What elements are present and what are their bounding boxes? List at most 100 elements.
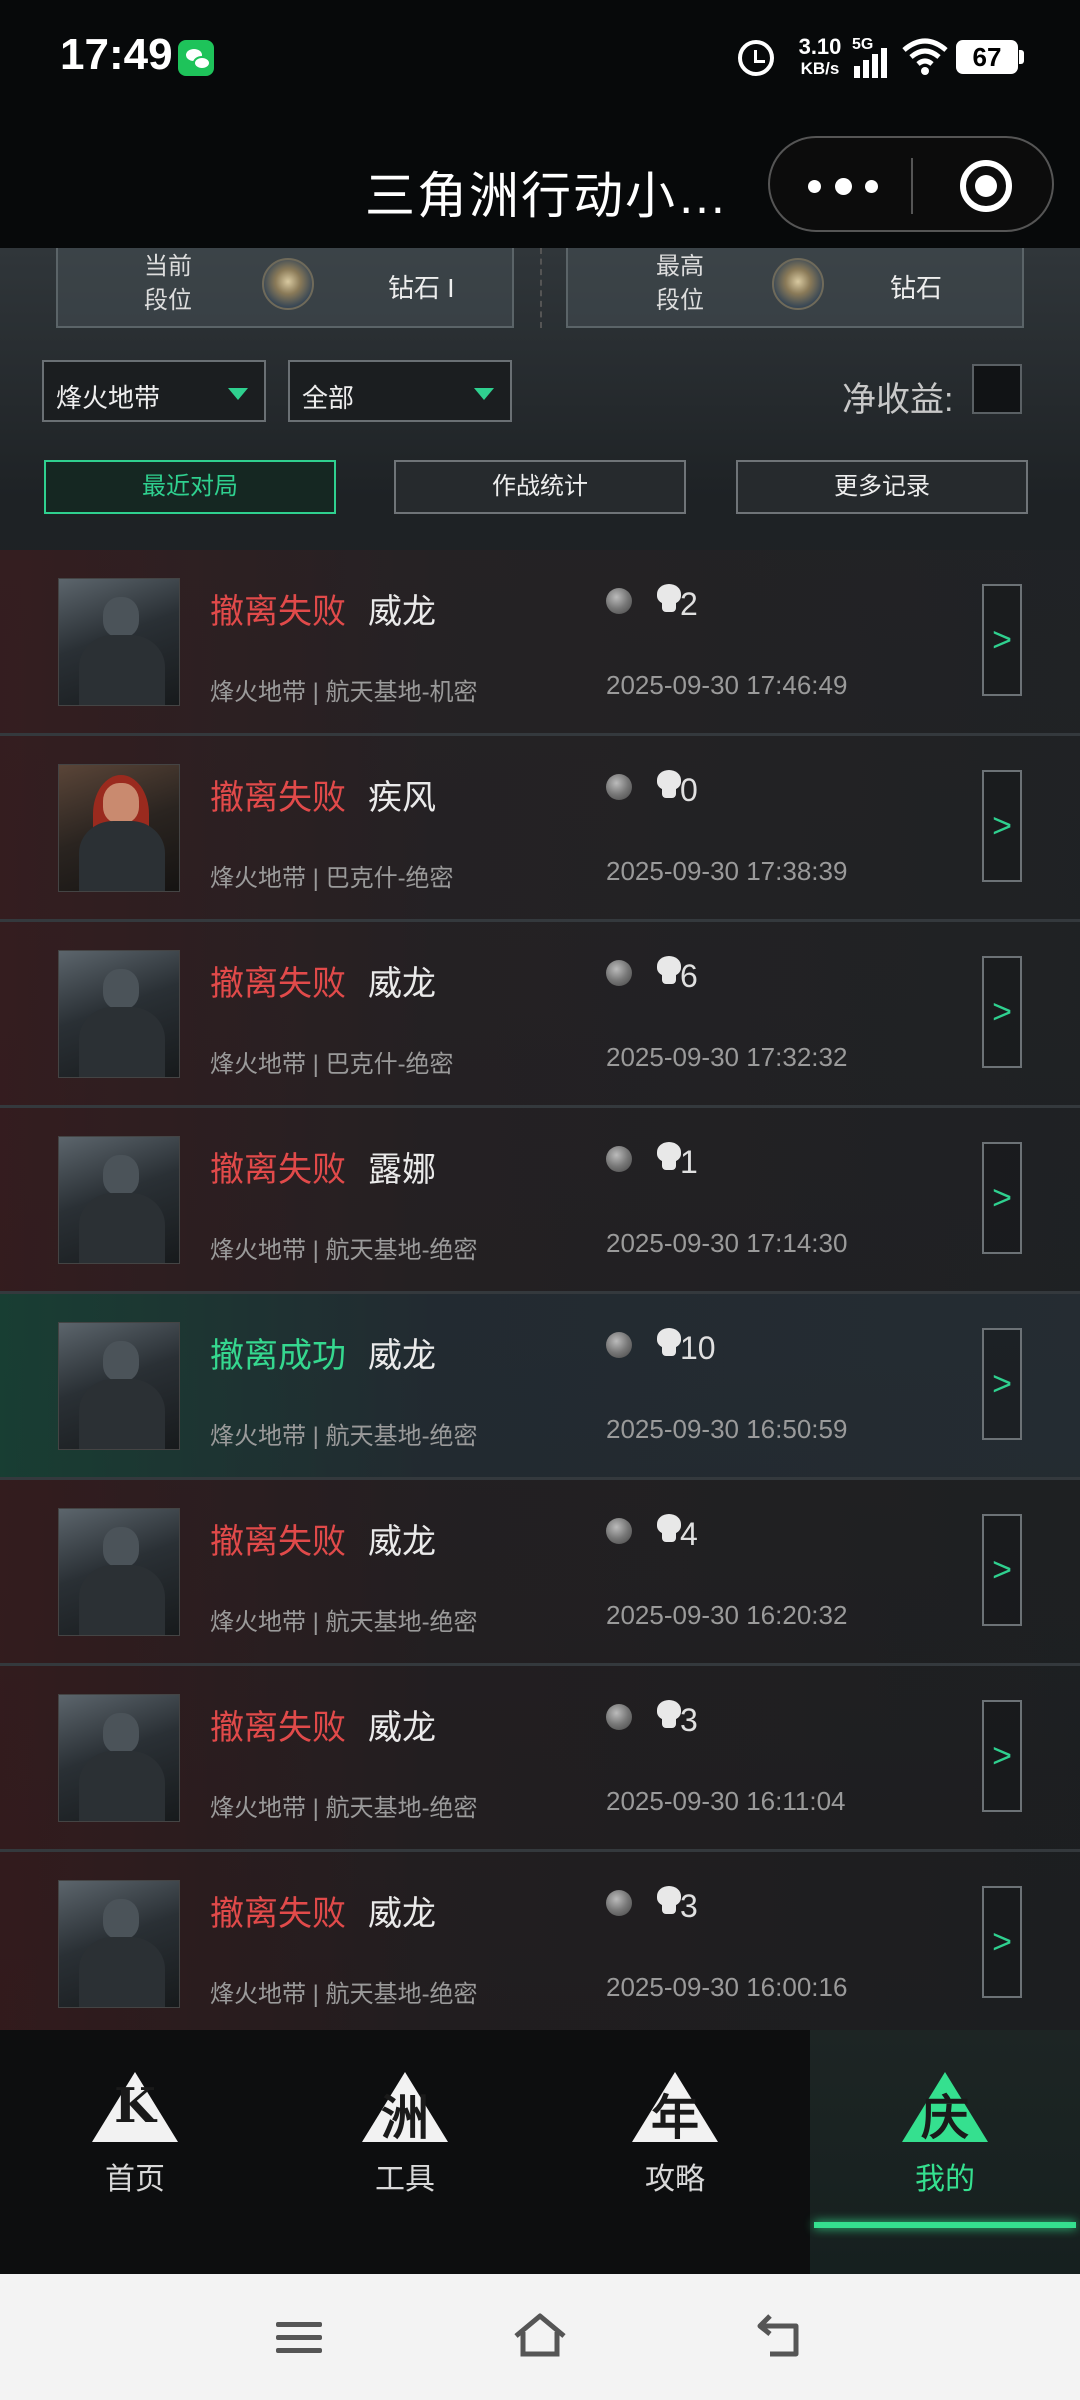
mini-program-capsule <box>768 136 1054 232</box>
match-row[interactable]: 撤离失败 露娜 1 烽火地带 | 航天基地-绝密 2025-09-30 17:14:30… <box>0 1108 1080 1294</box>
match-row[interactable]: 撤离失败 威龙 4 烽火地带 | 航天基地-绝密 2025-09-30 16:20:32… <box>0 1480 1080 1666</box>
network-speed-value: 3.10 <box>798 34 842 59</box>
kill-count: 0 <box>680 772 698 808</box>
match-time: 2025-09-30 17:14:30 <box>606 1228 848 1258</box>
menu-icon[interactable] <box>276 2320 322 2356</box>
coin-icon <box>606 774 632 800</box>
skull-icon <box>656 1700 682 1730</box>
operator-avatar <box>58 764 180 892</box>
match-detail-button[interactable]: > <box>982 584 1022 696</box>
match-detail-button[interactable]: > <box>982 1328 1022 1440</box>
net-profit-checkbox[interactable] <box>972 364 1022 414</box>
operator-avatar <box>58 1880 180 2008</box>
nav-label: 工具 <box>375 2163 435 2196</box>
close-mini-program-icon[interactable] <box>960 160 1012 212</box>
match-detail-button[interactable]: > <box>982 1514 1022 1626</box>
match-row[interactable]: 撤离失败 威龙 3 烽火地带 | 航天基地-绝密 2025-09-30 16:00:16… <box>0 1852 1080 2030</box>
rank-divider <box>540 248 542 328</box>
skull-icon <box>656 1142 682 1172</box>
back-icon[interactable] <box>756 2312 804 2358</box>
wechat-notification-icon <box>178 40 214 76</box>
map-info: 烽火地带 | 航天基地-绝密 <box>210 1981 478 2008</box>
chevron-down-icon <box>474 388 494 400</box>
coin-icon <box>606 1518 632 1544</box>
match-result: 撤离失败 <box>210 1151 346 1189</box>
network-type-label: 5G <box>852 36 874 53</box>
coin-icon <box>606 1890 632 1916</box>
match-detail-button[interactable]: > <box>982 1886 1022 1998</box>
system-navigation-bar <box>0 2274 1080 2400</box>
match-list: 撤离失败 威龙 2 烽火地带 | 航天基地-机密 2025-09-30 17:46:49… <box>0 550 1080 2030</box>
wifi-icon <box>902 38 948 75</box>
nav-item-profile[interactable]: 庆我的 <box>810 2030 1080 2274</box>
operator-name: 威龙 <box>368 593 436 631</box>
operator-avatar <box>58 1136 180 1264</box>
match-row[interactable]: 撤离失败 威龙 6 烽火地带 | 巴克什-绝密 2025-09-30 17:32:32 > <box>0 922 1080 1108</box>
operator-name: 威龙 <box>368 1337 436 1375</box>
kill-count: 2 <box>680 586 698 622</box>
map-info: 烽火地带 | 航天基地-绝密 <box>210 1609 478 1636</box>
operator-name: 威龙 <box>368 1895 436 1933</box>
kill-count: 6 <box>680 958 698 994</box>
battery-indicator: 67 <box>956 40 1024 74</box>
map-info: 烽火地带 | 航天基地-绝密 <box>210 1237 478 1264</box>
mini-program-header: 三角洲行动小… <box>0 118 1080 248</box>
match-result: 撤离失败 <box>210 1709 346 1747</box>
skull-icon <box>656 1514 682 1544</box>
network-speed-unit: KB/s <box>800 59 840 78</box>
match-row[interactable]: 撤离失败 威龙 3 烽火地带 | 航天基地-绝密 2025-09-30 16:11:04… <box>0 1666 1080 1852</box>
tab-more-records[interactable]: 更多记录 <box>736 460 1028 514</box>
capsule-divider <box>911 158 913 214</box>
operator-name: 露娜 <box>368 1151 436 1189</box>
mode-select[interactable]: 烽火地带 <box>42 360 266 422</box>
rank-emblem-icon <box>772 258 824 310</box>
match-detail-button[interactable]: > <box>982 956 1022 1068</box>
tools-logo-icon: 洲 <box>362 2072 448 2146</box>
status-bar: 17:49 3.10 KB/s 5G 67 <box>0 0 1080 118</box>
match-time: 2025-09-30 16:50:59 <box>606 1414 848 1444</box>
home-icon[interactable] <box>512 2310 568 2360</box>
current-rank-value: 钻石 I <box>388 273 455 303</box>
bottom-navigation: K 首页洲工具年攻略庆我的 <box>0 2030 1080 2274</box>
network-speed: 3.10 KB/s <box>790 36 850 80</box>
coin-icon <box>606 1146 632 1172</box>
guide-logo-icon: 年 <box>632 2072 718 2146</box>
tab-recent-matches[interactable]: 最近对局 <box>44 460 336 514</box>
match-row[interactable]: 撤离失败 威龙 2 烽火地带 | 航天基地-机密 2025-09-30 17:46:49… <box>0 550 1080 736</box>
match-detail-button[interactable]: > <box>982 1142 1022 1254</box>
operator-name: 威龙 <box>368 1709 436 1747</box>
kill-count: 3 <box>680 1888 698 1924</box>
main-content: 当前 段位 钻石 I 最高 段位 钻石 烽火地带 全部 净收益: 最近对局 作战统计… <box>0 248 1080 2030</box>
operator-name: 威龙 <box>368 1523 436 1561</box>
match-time: 2025-09-30 16:11:04 <box>606 1786 846 1816</box>
operator-name: 威龙 <box>368 965 436 1003</box>
match-result: 撤离失败 <box>210 593 346 631</box>
match-result: 撤离失败 <box>210 779 346 817</box>
skull-icon <box>656 1328 682 1358</box>
operator-avatar <box>58 1322 180 1450</box>
operator-avatar <box>58 1694 180 1822</box>
scope-select[interactable]: 全部 <box>288 360 512 422</box>
match-detail-button[interactable]: > <box>982 770 1022 882</box>
coin-icon <box>606 1704 632 1730</box>
match-row[interactable]: 撤离失败 疾风 0 烽火地带 | 巴克什-绝密 2025-09-30 17:38:39 > <box>0 736 1080 922</box>
alarm-icon <box>738 40 774 76</box>
highest-rank-label: 最高 段位 <box>656 253 704 314</box>
match-time: 2025-09-30 16:00:16 <box>606 1972 848 2002</box>
operator-name: 疾风 <box>368 779 436 817</box>
current-rank-card: 当前 段位 钻石 I <box>56 248 514 328</box>
nav-item-guide[interactable]: 年攻略 <box>540 2030 810 2274</box>
match-result: 撤离失败 <box>210 965 346 1003</box>
match-row[interactable]: 撤离成功 威龙 10 烽火地带 | 航天基地-绝密 2025-09-30 16:50:5… <box>0 1294 1080 1480</box>
nav-item-tools[interactable]: 洲工具 <box>270 2030 540 2274</box>
tab-battle-stats[interactable]: 作战统计 <box>394 460 686 514</box>
highest-rank-card: 最高 段位 钻石 <box>566 248 1024 328</box>
more-options-icon[interactable] <box>808 168 878 204</box>
skull-icon <box>656 1886 682 1916</box>
match-result: 撤离失败 <box>210 1523 346 1561</box>
coin-icon <box>606 960 632 986</box>
nav-label: 首页 <box>105 2163 165 2196</box>
nav-item-home[interactable]: K 首页 <box>0 2030 270 2274</box>
match-detail-button[interactable]: > <box>982 1700 1022 1812</box>
skull-icon <box>656 584 682 614</box>
